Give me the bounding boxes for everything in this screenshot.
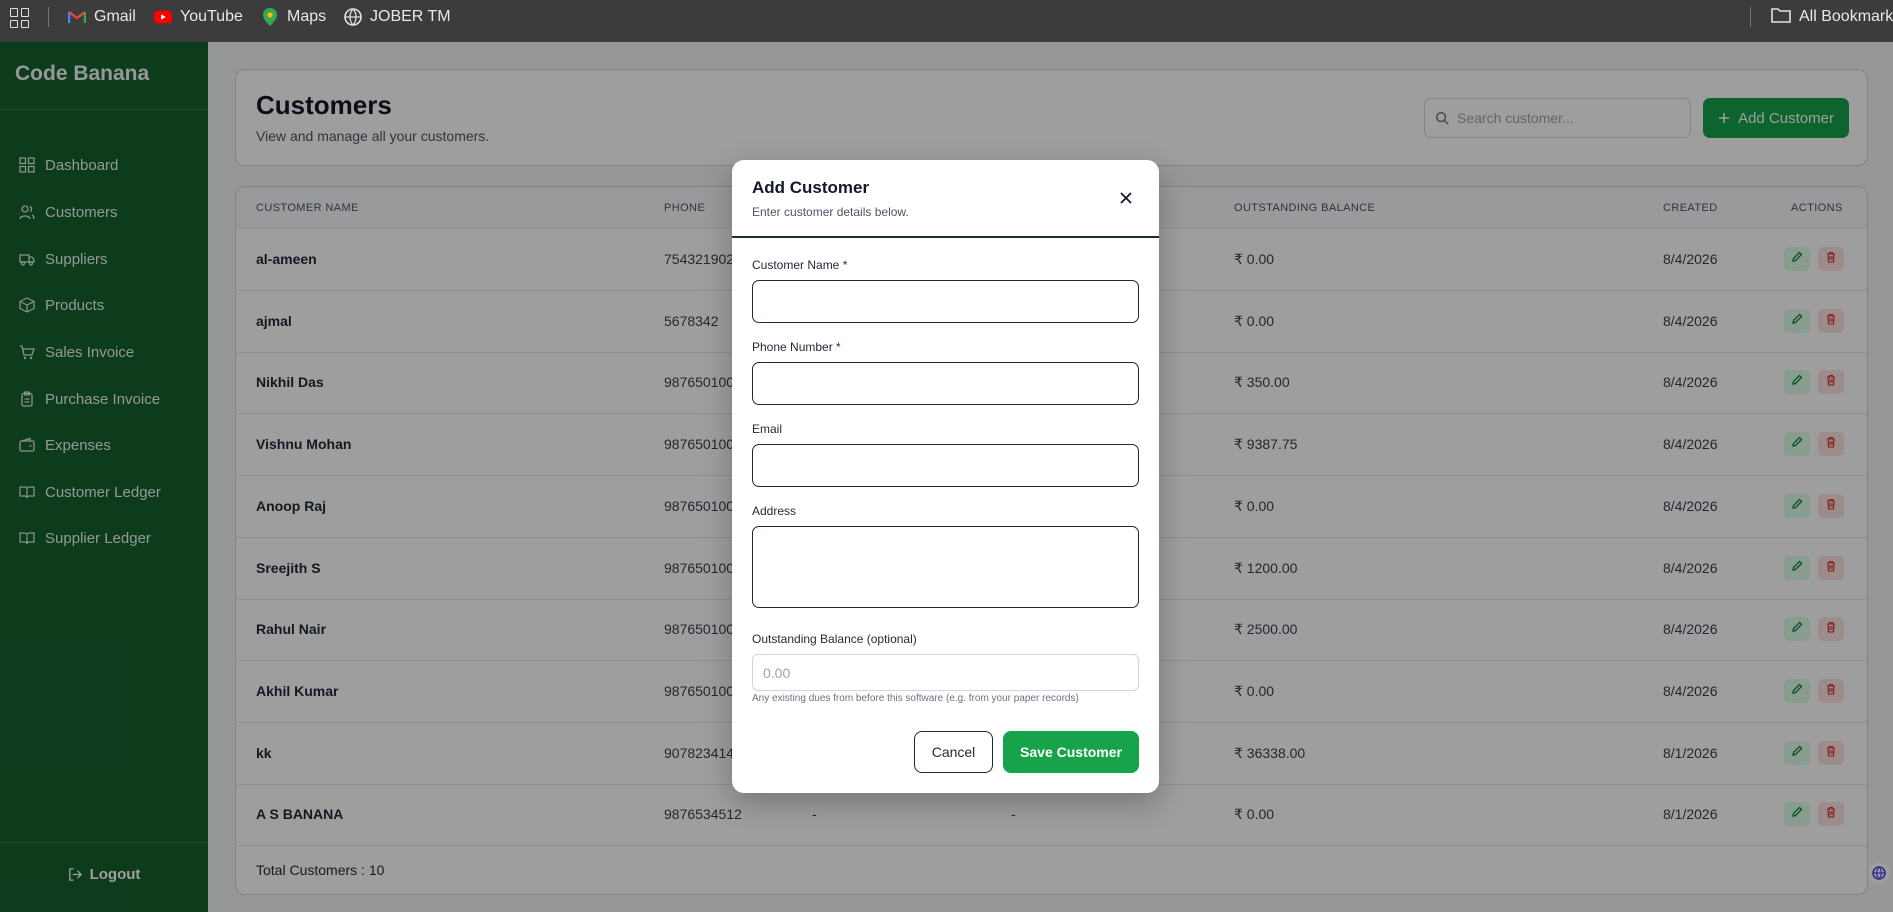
outstanding-balance-hint: Any existing dues from before this softw…: [752, 693, 1079, 704]
customer-name-field[interactable]: [752, 280, 1139, 323]
bookmark-maps[interactable]: Maps: [261, 6, 326, 28]
bookmark-label: YouTube: [180, 8, 243, 25]
email-label: Email: [752, 422, 783, 436]
bookmarks-separator: [1750, 7, 1751, 27]
add-customer-modal: Add Customer Enter customer details belo…: [732, 160, 1159, 793]
modal-divider: [732, 236, 1159, 238]
customer-name-label: Customer Name *: [752, 258, 848, 272]
bookmark-jober[interactable]: JOBER TM: [344, 6, 451, 28]
address-field[interactable]: [752, 526, 1139, 608]
bookmark-label: Maps: [287, 8, 327, 25]
outstanding-balance-label: Outstanding Balance (optional): [752, 632, 917, 646]
bookmark-label: JOBER TM: [370, 8, 451, 25]
save-customer-button[interactable]: Save Customer: [1003, 731, 1139, 773]
globe-icon: [344, 8, 362, 26]
all-bookmarks[interactable]: All Bookmarks: [1771, 6, 1893, 28]
youtube-icon: [154, 8, 172, 26]
bookmarks-bar: Gmail YouTube Maps JOBER TM All Bookmark…: [0, 0, 1893, 42]
maps-icon: [261, 8, 279, 26]
all-bookmarks-label: All Bookmarks: [1799, 8, 1893, 25]
email-field[interactable]: [752, 444, 1139, 487]
bookmark-youtube[interactable]: YouTube: [154, 6, 243, 28]
bookmark-label: Gmail: [94, 8, 136, 25]
phone-number-field[interactable]: [752, 362, 1139, 405]
modal-title: Add Customer: [752, 178, 870, 197]
folder-icon: [1771, 7, 1791, 28]
bookmarks-separator: [48, 7, 49, 27]
address-label: Address: [752, 504, 797, 518]
cancel-button[interactable]: Cancel: [914, 731, 993, 773]
phone-number-label: Phone Number *: [752, 340, 841, 354]
close-icon[interactable]: [1116, 188, 1136, 208]
modal-subtitle: Enter customer details below.: [752, 205, 909, 219]
bookmark-gmail[interactable]: Gmail: [68, 6, 136, 28]
gmail-icon: [68, 8, 86, 26]
outstanding-balance-field[interactable]: [752, 654, 1139, 691]
apps-grid-icon[interactable]: [10, 8, 30, 28]
